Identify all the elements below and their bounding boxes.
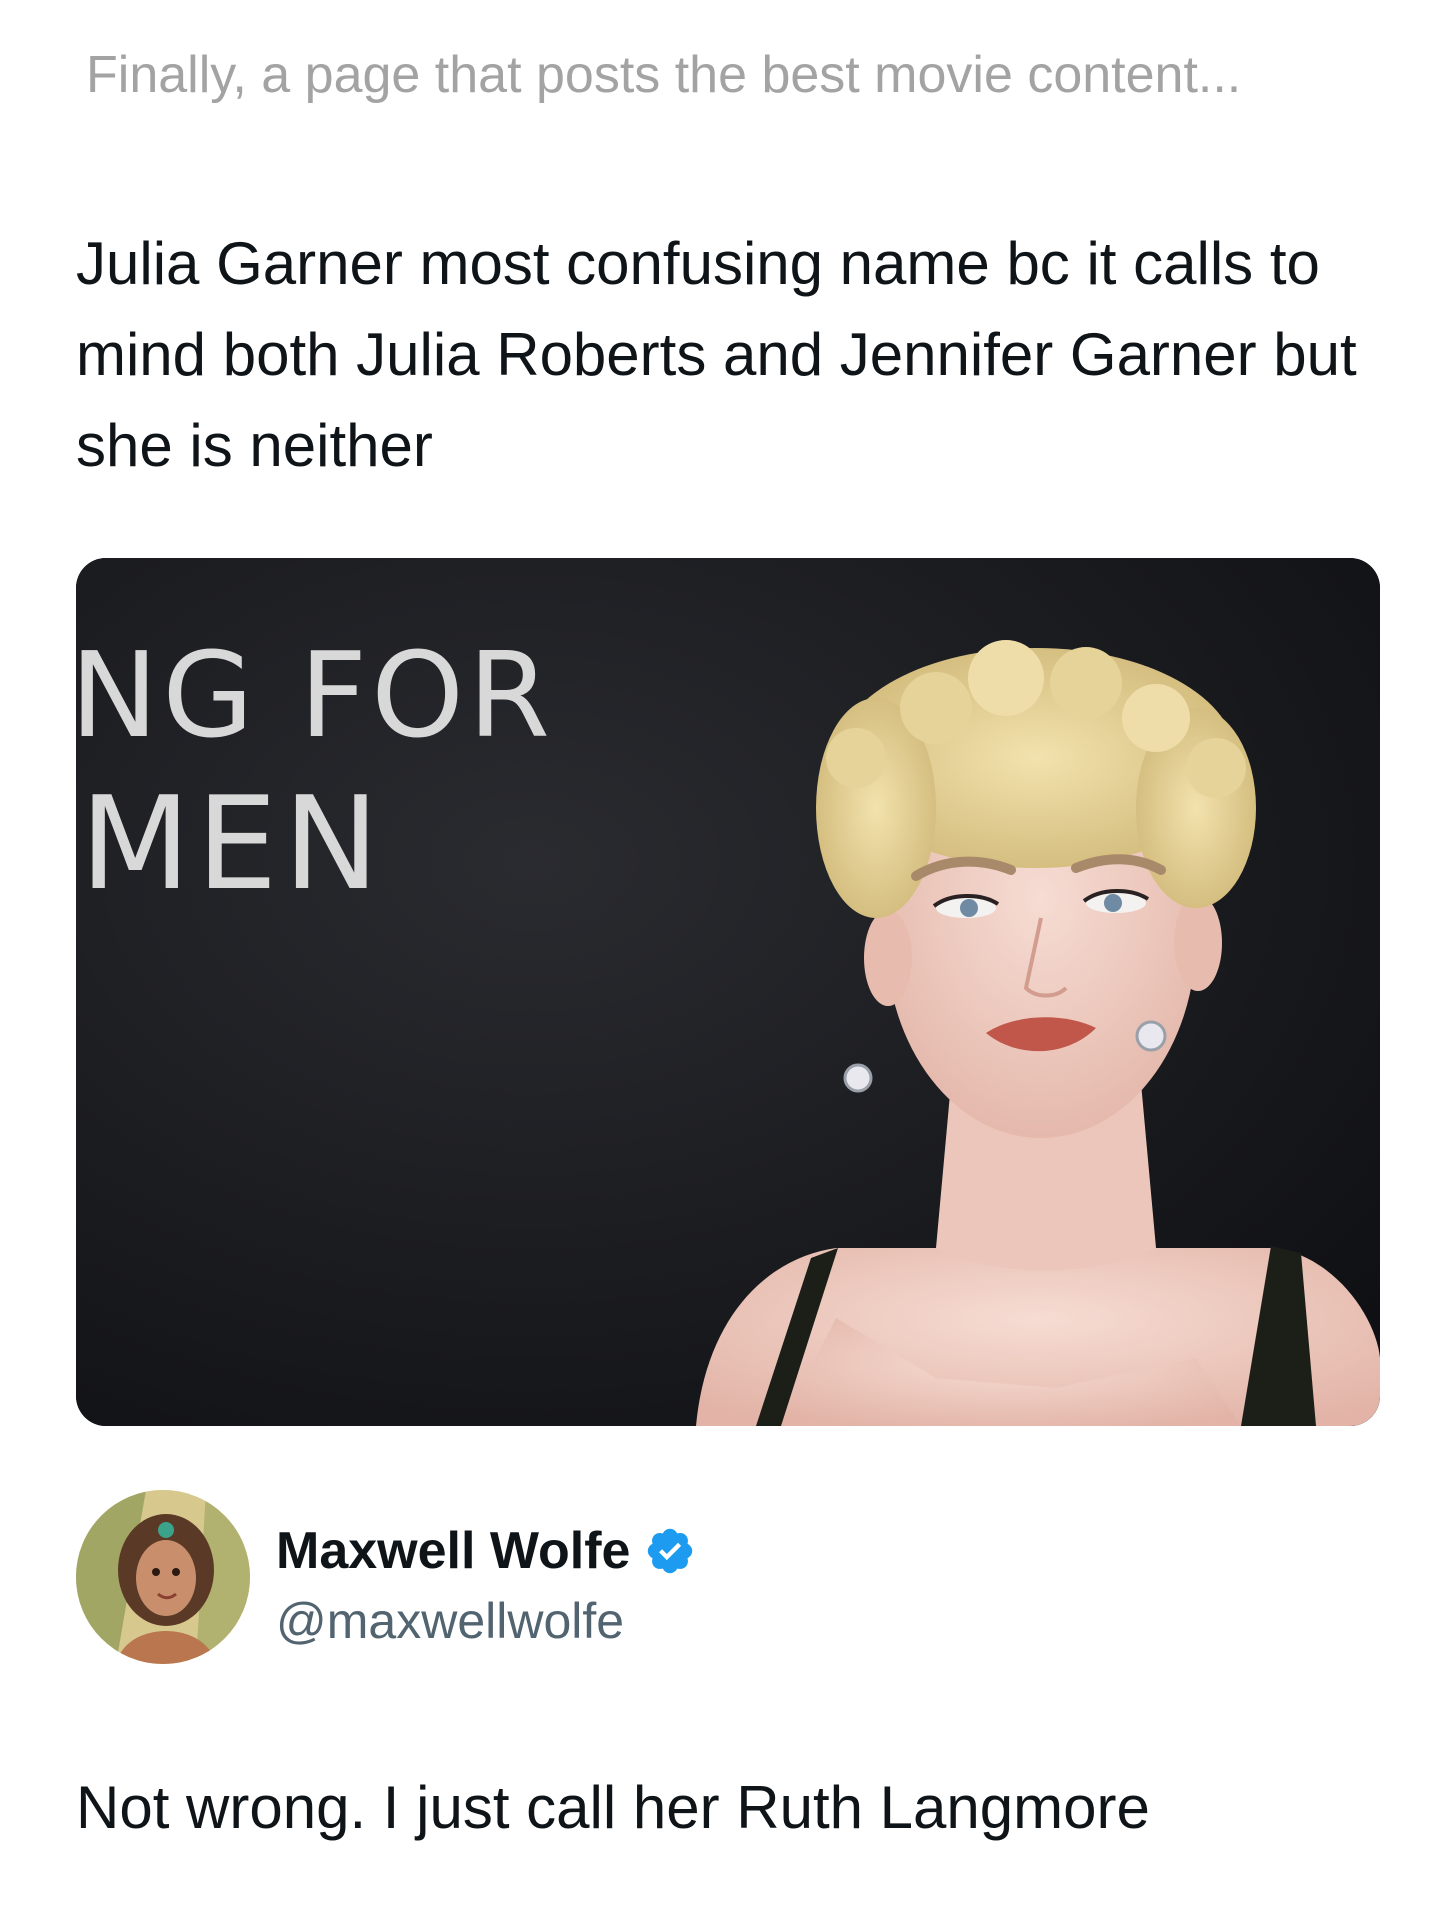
photo-illustration: NG FOR MEN [76,558,1380,1426]
author-name[interactable]: Maxwell Wolfe [276,1518,630,1584]
author-avatar[interactable] [76,1490,250,1664]
backdrop-text-line-2: MEN [80,770,385,919]
author-name-row: Maxwell Wolfe [276,1518,696,1584]
author-handle[interactable]: @maxwellwolfe [276,1590,624,1652]
backdrop-text-line-1: NG FOR [76,626,554,764]
teaser-caption: Finally, a page that posts the best movi… [86,46,1242,104]
avatar-illustration [76,1490,250,1664]
post-photo[interactable]: NG FOR MEN [76,558,1380,1426]
post-text: Julia Garner most confusing name bc it c… [76,230,1357,479]
author-block: Maxwell Wolfe @maxwellwolfe [76,1490,1386,1680]
verified-badge-icon [644,1525,696,1577]
reply-text: Not wrong. I just call her Ruth Langmore [76,1774,1150,1841]
